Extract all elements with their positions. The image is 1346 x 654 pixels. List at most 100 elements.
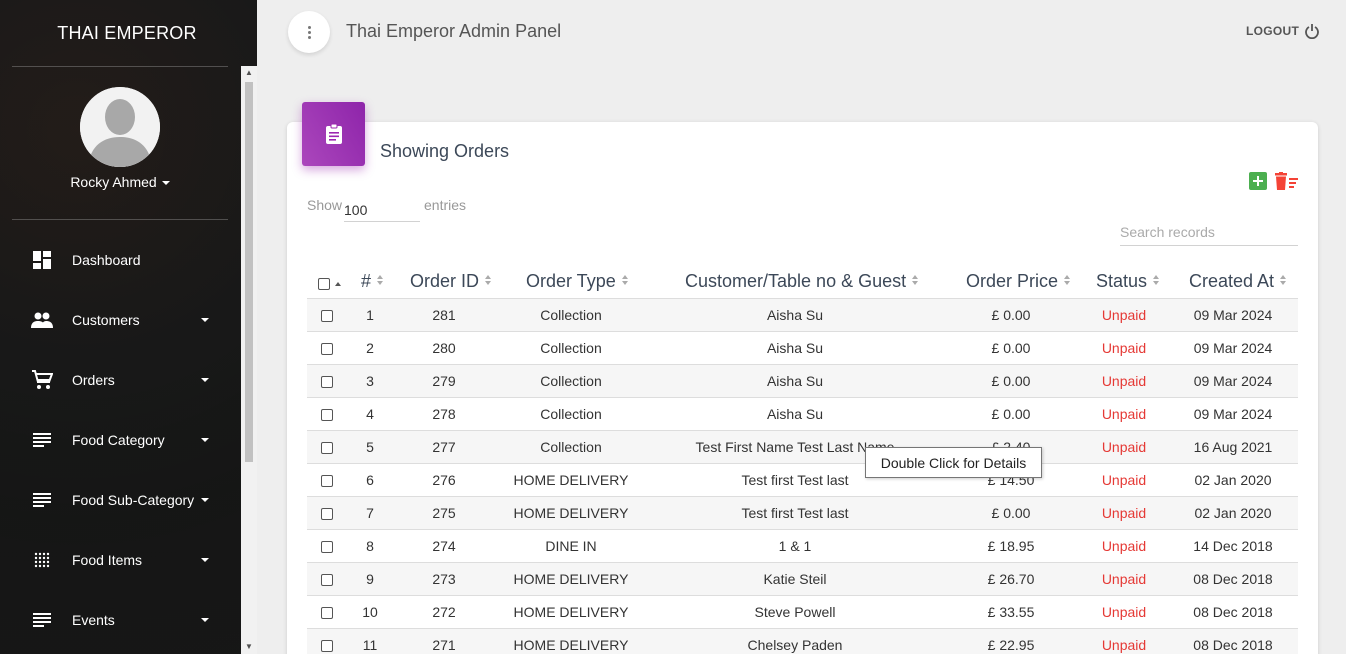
row-checkbox[interactable]: [321, 640, 333, 653]
sidebar-item-food-category[interactable]: Food Category: [0, 420, 230, 460]
created-at: 08 Dec 2018: [1193, 637, 1273, 653]
delete-selected-button[interactable]: [1275, 172, 1299, 190]
scroll-up-arrow-icon[interactable]: ▲: [241, 66, 257, 80]
table-row[interactable]: 2 280 Collection Aisha Su £ 0.00 Unpaid 09 Mar…: [307, 331, 1298, 364]
table-header: # Order ID Order Type Customer/Table no …: [307, 264, 1298, 298]
table-row[interactable]: 8 274 DINE IN 1 & 1 £ 18.95 Unpaid 14 Dec 2018: [307, 529, 1298, 562]
row-checkbox[interactable]: [321, 442, 333, 455]
table-row[interactable]: 5 277 Collection Test First Name Test Last …: [307, 430, 1298, 463]
divider: [12, 66, 228, 67]
dashboard-icon: [31, 249, 53, 271]
sort-asc-icon: [335, 282, 341, 287]
table-row[interactable]: 3 279 Collection Aisha Su £ 0.00 Unpaid 09 Mar…: [307, 364, 1298, 397]
sidebar-item-dashboard[interactable]: Dashboard: [0, 240, 230, 280]
delete-sweep-icon: [1275, 172, 1298, 190]
row-checkbox[interactable]: [321, 607, 333, 620]
more-menu-button[interactable]: [288, 11, 330, 53]
sidebar-item-label: Dashboard: [72, 252, 141, 268]
order-status: Unpaid: [1101, 340, 1147, 356]
table-row[interactable]: 1 281 Collection Aisha Su £ 0.00 Unpaid 09 Mar…: [307, 298, 1298, 331]
order-status: Unpaid: [1101, 373, 1147, 389]
row-checkbox-cell: [307, 464, 347, 497]
row-checkbox-cell: [307, 365, 347, 398]
caret-down-icon: [201, 558, 209, 562]
col-header-status[interactable]: Status: [1096, 271, 1160, 292]
created-at: 08 Dec 2018: [1193, 604, 1273, 620]
card-title: Showing Orders: [380, 141, 510, 161]
order-status: Unpaid: [1101, 307, 1147, 323]
sort-icon: [1064, 275, 1071, 286]
user-name: Rocky Ahmed: [70, 174, 157, 190]
row-checkbox-cell: [307, 398, 347, 431]
table-row[interactable]: 11 271 HOME DELIVERY Chelsey Paden £ 22.95 Un…: [307, 628, 1298, 654]
order-type: HOME DELIVERY: [513, 637, 629, 653]
brand-title[interactable]: THAI EMPEROR: [0, 0, 254, 66]
sidebar-item-food-items[interactable]: Food Items: [0, 540, 230, 580]
col-header-order-type[interactable]: Order Type: [526, 271, 629, 292]
add-order-button[interactable]: [1249, 172, 1267, 190]
sidebar-item-food-sub-category[interactable]: Food Sub-Category: [0, 480, 230, 520]
row-checkbox[interactable]: [321, 475, 333, 488]
row-number: 6: [366, 472, 374, 488]
table-row[interactable]: 9 273 HOME DELIVERY Katie Steil £ 26.70 Unpai…: [307, 562, 1298, 595]
row-checkbox-cell: [307, 332, 347, 365]
logout-label: LOGOUT: [1246, 24, 1300, 38]
sidebar-item-events[interactable]: Events: [0, 600, 230, 640]
sidebar-item-customers[interactable]: Customers: [0, 300, 230, 340]
row-number: 10: [362, 604, 378, 620]
clipboard-icon: [302, 102, 365, 166]
row-checkbox[interactable]: [321, 310, 333, 323]
order-type: Collection: [540, 439, 602, 455]
order-id: 281: [432, 307, 456, 323]
order-id: 271: [432, 637, 456, 653]
avatar: [80, 87, 160, 167]
col-header-created-at[interactable]: Created At: [1189, 271, 1287, 292]
order-price: £ 0.00: [991, 373, 1031, 389]
sidebar-item-label: Events: [72, 612, 115, 628]
order-type: DINE IN: [545, 538, 597, 554]
sort-icon: [1153, 275, 1160, 286]
order-type: Collection: [540, 406, 602, 422]
sidebar-scrollbar[interactable]: ▲ ▼: [241, 66, 257, 654]
created-at: 08 Dec 2018: [1193, 571, 1273, 587]
select-all-checkbox[interactable]: [318, 278, 330, 291]
cart-icon: [31, 369, 53, 391]
col-header-customer[interactable]: Customer/Table no & Guest: [685, 271, 919, 292]
caret-down-icon: [201, 378, 209, 382]
entries-per-page-input[interactable]: [344, 194, 420, 222]
row-checkbox[interactable]: [321, 508, 333, 521]
scroll-down-arrow-icon[interactable]: ▼: [241, 640, 257, 654]
order-type: Collection: [540, 373, 602, 389]
table-row[interactable]: 10 272 HOME DELIVERY Steve Powell £ 33.55 Unp…: [307, 595, 1298, 628]
row-number: 3: [366, 373, 374, 389]
order-status: Unpaid: [1101, 472, 1147, 488]
order-type: HOME DELIVERY: [513, 505, 629, 521]
scrollbar-thumb[interactable]: [245, 82, 253, 462]
table-row[interactable]: 4 278 Collection Aisha Su £ 0.00 Unpaid 09 Mar…: [307, 397, 1298, 430]
order-id: 274: [432, 538, 456, 554]
user-menu[interactable]: Rocky Ahmed: [12, 174, 228, 190]
search-input[interactable]: [1120, 218, 1298, 246]
customer: Aisha Su: [766, 406, 824, 422]
table-row[interactable]: 7 275 HOME DELIVERY Test first Test last £ 0…: [307, 496, 1298, 529]
row-number: 1: [366, 307, 374, 323]
created-at: 09 Mar 2024: [1193, 307, 1273, 323]
order-status: Unpaid: [1101, 571, 1147, 587]
row-checkbox[interactable]: [321, 409, 333, 422]
col-header-order-id[interactable]: Order ID: [410, 271, 492, 292]
created-at: 02 Jan 2020: [1194, 472, 1272, 488]
row-checkbox[interactable]: [321, 574, 333, 587]
logout-button[interactable]: LOGOUT: [1246, 23, 1320, 39]
row-checkbox[interactable]: [321, 541, 333, 554]
col-header-order-price[interactable]: Order Price: [966, 271, 1071, 292]
col-header-number[interactable]: #: [361, 271, 384, 292]
caret-down-icon: [201, 438, 209, 442]
created-at: 14 Dec 2018: [1193, 538, 1273, 554]
sidebar-item-orders[interactable]: Orders: [0, 360, 230, 400]
row-checkbox[interactable]: [321, 343, 333, 356]
created-at: 09 Mar 2024: [1193, 373, 1273, 389]
row-checkbox[interactable]: [321, 376, 333, 389]
order-status: Unpaid: [1101, 439, 1147, 455]
select-all-header[interactable]: [318, 273, 341, 294]
table-row[interactable]: 6 276 HOME DELIVERY Test first Test last £ 1…: [307, 463, 1298, 496]
